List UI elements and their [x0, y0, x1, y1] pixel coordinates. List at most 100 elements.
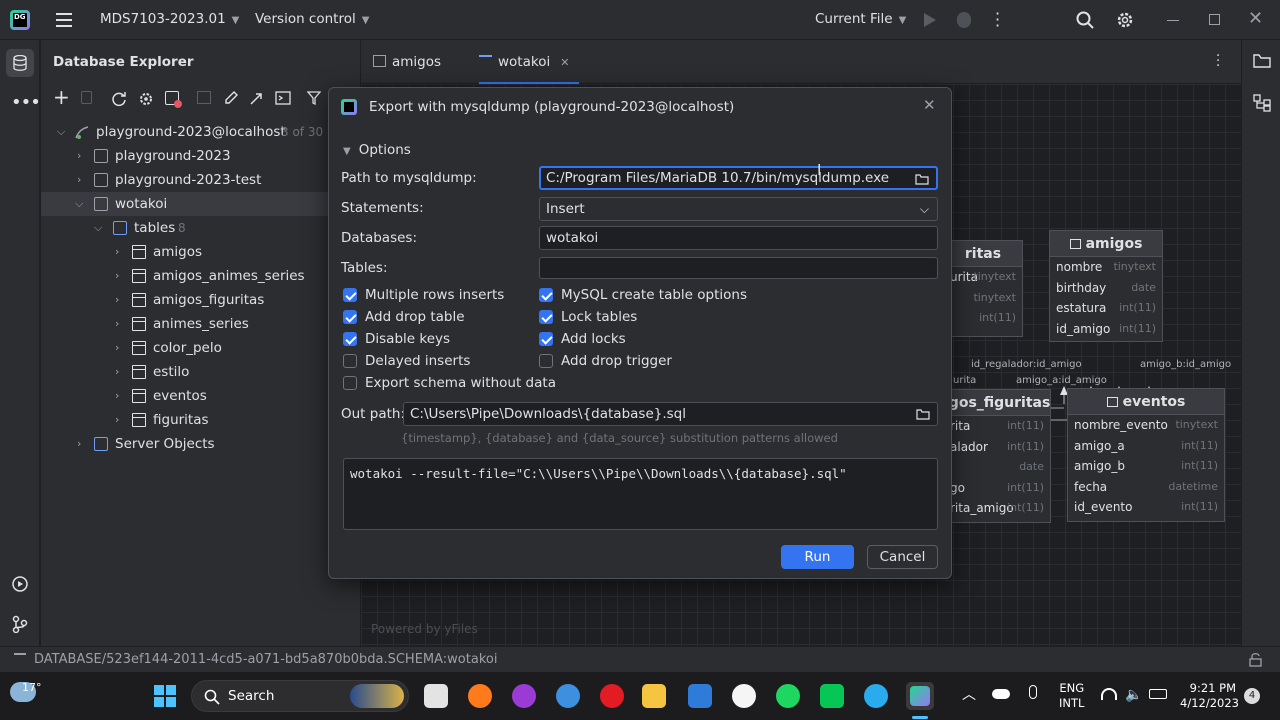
tree-item-table[interactable]: › figuritas [41, 408, 360, 432]
cancel-button[interactable]: Cancel [867, 545, 938, 569]
databases-input[interactable]: wotakoi [539, 226, 938, 250]
notification-badge[interactable]: 4 [1244, 688, 1260, 704]
windows-start-icon[interactable] [154, 685, 176, 707]
edit-icon[interactable] [223, 90, 239, 106]
vcs-selector[interactable]: Version control ▼ [255, 11, 369, 27]
search-icon[interactable] [1076, 11, 1094, 29]
clock[interactable]: 9:21 PM 4/12/2023 [1180, 681, 1239, 711]
tray-overflow-icon[interactable]: ︿ [962, 684, 976, 704]
chevron-right-icon[interactable]: › [77, 168, 81, 192]
chevron-right-icon[interactable]: › [115, 408, 119, 432]
export-schema-without-data-checkbox[interactable]: Export schema without data [343, 374, 556, 392]
firefox-icon[interactable] [468, 684, 492, 708]
breadcrumb-path[interactable]: DATABASE/523ef144-2011-4cd5-a071-bd5a870… [34, 652, 497, 667]
more-tools-icon[interactable]: ••• [11, 92, 41, 113]
tree-item-table[interactable]: › animes_series [41, 312, 360, 336]
erd-table-amigos[interactable]: amigos nombre tinytext birthday date estat… [1049, 230, 1163, 342]
minimize-icon[interactable] [1167, 20, 1179, 21]
disable-keys-checkbox[interactable]: Disable keys [343, 330, 450, 348]
opera-icon[interactable] [600, 684, 624, 708]
lock-tables-checkbox[interactable]: Lock tables [539, 308, 637, 326]
tables-input[interactable] [539, 257, 938, 279]
chevron-right-icon[interactable]: › [115, 264, 119, 288]
close-window-icon[interactable]: ✕ [1248, 8, 1263, 29]
tab-options-icon[interactable]: · · · [1216, 50, 1220, 73]
folder-icon[interactable] [1253, 53, 1271, 69]
services-icon[interactable] [11, 575, 29, 593]
itunes-icon[interactable] [732, 684, 756, 708]
chevron-down-icon[interactable]: ⌵ [75, 192, 83, 216]
erd-table-figuritas[interactable]: ritas urita tinytext tinytext int(11) [943, 240, 1023, 337]
spotify-icon[interactable] [776, 684, 800, 708]
run-icon[interactable] [924, 13, 936, 27]
twitch-like-app-icon[interactable] [512, 684, 536, 708]
browse-folder-icon[interactable] [915, 173, 929, 185]
properties-icon[interactable] [138, 91, 154, 107]
more-actions-icon[interactable]: · · · [995, 6, 1000, 34]
tree-item-table[interactable]: › eventos [41, 384, 360, 408]
taskbar-search-box[interactable]: Search [191, 680, 409, 712]
database-explorer-toggle[interactable] [6, 49, 34, 77]
language-indicator[interactable]: ENG INTL [1059, 681, 1084, 711]
console-icon[interactable] [275, 91, 291, 105]
chevron-down-icon[interactable]: ⌵ [94, 216, 102, 240]
erd-table-eventos[interactable]: eventos nombre_evento tinytext amigo_a int… [1067, 388, 1225, 522]
tree-item-server-objects[interactable]: › Server Objects [41, 432, 360, 456]
microphone-icon[interactable] [1029, 685, 1037, 699]
main-menu-icon[interactable] [56, 13, 72, 27]
tree-item-schema[interactable]: › playground-2023 [41, 144, 360, 168]
chevron-right-icon[interactable]: › [115, 312, 119, 336]
run-button[interactable]: Run [781, 545, 854, 569]
tree-item-datasource[interactable]: ⌵ playground-2023@localhost 3 of 30 [41, 120, 360, 144]
settings-gear-icon[interactable] [1116, 11, 1134, 29]
volume-icon[interactable]: 🔈 [1125, 687, 1142, 703]
chevron-right-icon[interactable]: › [115, 384, 119, 408]
browser-icon[interactable] [556, 684, 580, 708]
command-preview-textarea[interactable]: wotakoi --result-file="C:\\Users\\Pipe\\… [343, 458, 938, 530]
wifi-icon[interactable] [1101, 688, 1117, 700]
mysqldump-path-input[interactable]: C:/Program Files/MariaDB 10.7/bin/mysqld… [539, 166, 938, 190]
duplicate-icon[interactable] [81, 91, 92, 104]
chevron-right-icon[interactable]: › [115, 360, 119, 384]
tab-amigos[interactable]: amigos [373, 40, 465, 84]
statements-select[interactable]: Insert ⌵ [539, 197, 938, 221]
filter-icon[interactable] [307, 91, 321, 105]
structure-icon[interactable] [1253, 94, 1271, 112]
options-section-toggle[interactable]: ▼ Options [343, 142, 411, 158]
mysql-create-table-options-checkbox[interactable]: MySQL create table options [539, 286, 747, 304]
tree-item-schema[interactable]: › playground-2023-test [41, 168, 360, 192]
add-drop-trigger-checkbox[interactable]: Add drop trigger [539, 352, 672, 370]
tree-item-table[interactable]: › amigos_figuritas [41, 288, 360, 312]
tree-item-tables-folder[interactable]: ⌵ tables 8 [41, 216, 360, 240]
table-icon[interactable] [197, 91, 211, 104]
jump-to-source-icon[interactable] [249, 90, 265, 106]
close-tab-icon[interactable]: ✕ [560, 56, 569, 69]
refresh-icon[interactable] [111, 91, 127, 107]
git-icon[interactable] [11, 615, 29, 633]
telegram-icon[interactable] [864, 684, 888, 708]
chevron-down-icon[interactable]: ⌵ [57, 120, 65, 144]
datagrip-taskbar-icon[interactable] [906, 682, 934, 710]
task-view-icon[interactable] [424, 684, 448, 708]
chevron-right-icon[interactable]: › [77, 144, 81, 168]
run-config-selector[interactable]: Current File ▼ [815, 11, 906, 27]
file-explorer-icon[interactable] [642, 684, 666, 708]
delayed-inserts-checkbox[interactable]: Delayed inserts [343, 352, 470, 370]
disconnect-icon[interactable] [165, 91, 182, 108]
add-locks-checkbox[interactable]: Add locks [539, 330, 626, 348]
chevron-right-icon[interactable]: › [77, 432, 81, 456]
project-selector[interactable]: MDS7103-2023.01 ▼ [100, 11, 239, 27]
battery-icon[interactable] [1149, 689, 1167, 699]
tab-wotakoi[interactable]: wotakoi ✕ [479, 40, 579, 84]
onedrive-icon[interactable] [992, 689, 1010, 699]
datagrip-logo-icon[interactable]: DG [10, 10, 30, 30]
chevron-right-icon[interactable]: › [115, 288, 119, 312]
out-path-input[interactable]: C:\Users\Pipe\Downloads\{database}.sql [403, 402, 938, 426]
erd-table-amigos-figuritas[interactable]: igos_figuritas rita int(11) alador int(11)… [943, 389, 1051, 523]
tree-item-schema-selected[interactable]: ⌵ wotakoi [41, 192, 360, 216]
mail-icon[interactable] [688, 684, 712, 708]
tree-item-table[interactable]: › amigos [41, 240, 360, 264]
tree-item-table[interactable]: › estilo [41, 360, 360, 384]
lock-icon[interactable] [1249, 653, 1262, 667]
add-icon[interactable]: + [53, 85, 70, 109]
